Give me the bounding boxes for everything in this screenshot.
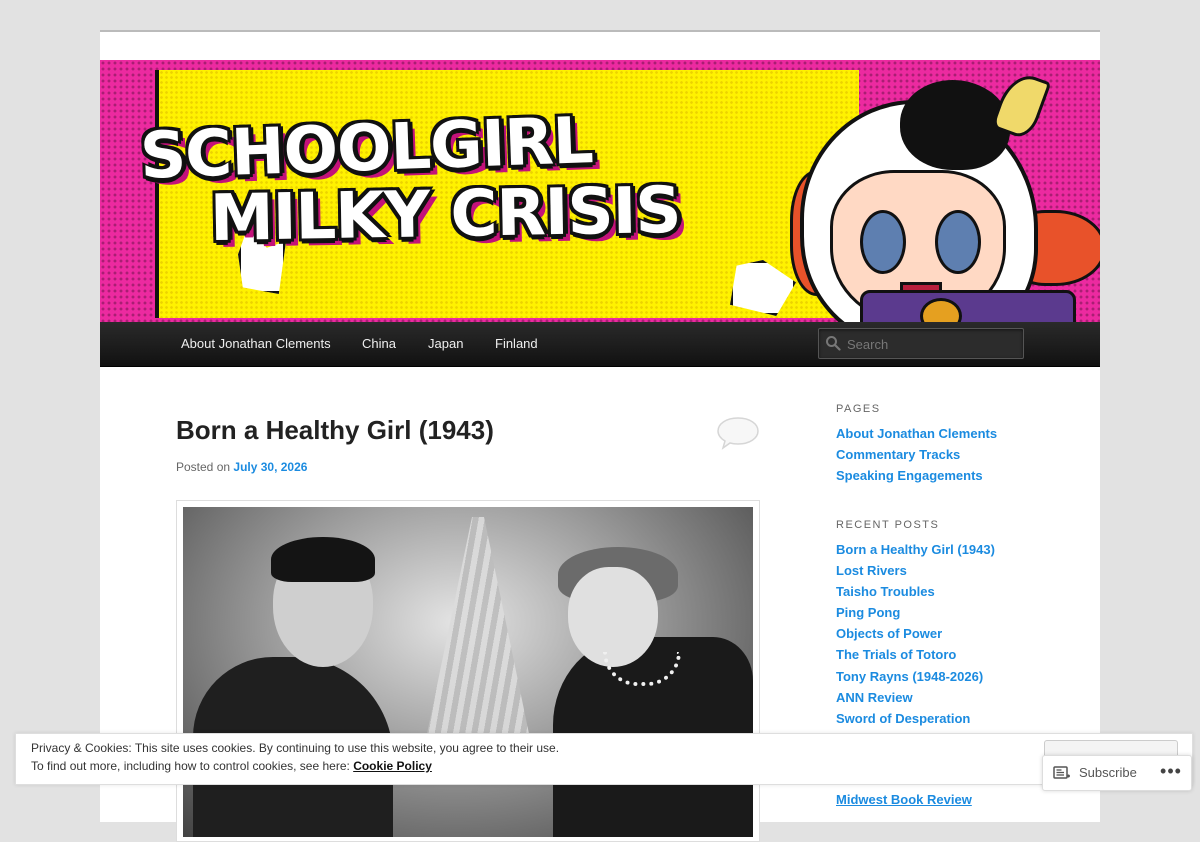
search-input[interactable] [845, 333, 1019, 355]
character-collar [860, 290, 1076, 322]
character-eye [935, 210, 981, 274]
nav-item-finland[interactable]: Finland [495, 322, 538, 366]
recent-post-link[interactable]: Born a Healthy Girl (1943) [836, 542, 995, 557]
main-navigation: About Jonathan Clements China Japan Finl… [100, 322, 1100, 367]
search-box[interactable] [818, 328, 1024, 359]
post-date-link[interactable]: July 30, 2026 [233, 460, 307, 474]
sidebar-page-link[interactable]: Commentary Tracks [836, 447, 960, 462]
cookie-more-text: To find out more, including how to contr… [31, 759, 350, 773]
subscribe-bar: Subscribe ••• [1042, 755, 1192, 791]
subscribe-icon [1053, 766, 1070, 779]
nav-item-china[interactable]: China [362, 322, 396, 366]
search-icon [826, 336, 841, 351]
cookie-policy-link[interactable]: Cookie Policy [353, 759, 432, 773]
page-container: SCHOOLGIRL MILKY CRISIS About Jonathan C… [100, 30, 1100, 842]
subscribe-button[interactable]: Subscribe [1053, 756, 1137, 790]
character-eye [860, 210, 906, 274]
recent-post-link[interactable]: Ping Pong [836, 605, 900, 620]
sidebar-page-link[interactable]: Speaking Engagements [836, 468, 983, 483]
film-still-image[interactable] [183, 507, 753, 837]
nav-item-about[interactable]: About Jonathan Clements [181, 322, 331, 366]
recent-post-link[interactable]: Lost Rivers [836, 563, 907, 578]
sidebar-page-link[interactable]: About Jonathan Clements [836, 426, 997, 441]
cookie-notice-more: To find out more, including how to contr… [31, 759, 432, 773]
recent-post-link[interactable]: Sword of Desperation [836, 711, 970, 726]
post-meta: Posted on July 30, 2026 [176, 460, 307, 474]
nav-item-japan[interactable]: Japan [428, 322, 463, 366]
comment-bubble-icon[interactable] [717, 416, 759, 450]
subscribe-label: Subscribe [1079, 765, 1137, 780]
cookie-banner: Privacy & Cookies: This site uses cookie… [15, 733, 1193, 785]
recent-post-link[interactable]: Objects of Power [836, 626, 942, 641]
recent-post-link[interactable]: ANN Review [836, 690, 913, 705]
recent-posts-widget-title: Recent Posts [836, 519, 940, 531]
recent-post-link[interactable]: Tony Rayns (1948-2026) [836, 669, 983, 684]
header-banner[interactable]: SCHOOLGIRL MILKY CRISIS [100, 60, 1100, 322]
cookie-notice-text: Privacy & Cookies: This site uses cookie… [31, 741, 560, 755]
recent-post-link[interactable]: The Trials of Totoro [836, 647, 956, 662]
post-title[interactable]: Born a Healthy Girl (1943) [176, 415, 494, 446]
post-image-frame [176, 500, 760, 842]
recent-post-link[interactable]: Taisho Troubles [836, 584, 935, 599]
site-logo-line-2: MILKY CRISIS [209, 173, 682, 257]
pages-widget-title: Pages [836, 403, 881, 415]
posted-on-label: Posted on [176, 460, 231, 474]
more-options-icon[interactable]: ••• [1157, 756, 1185, 790]
